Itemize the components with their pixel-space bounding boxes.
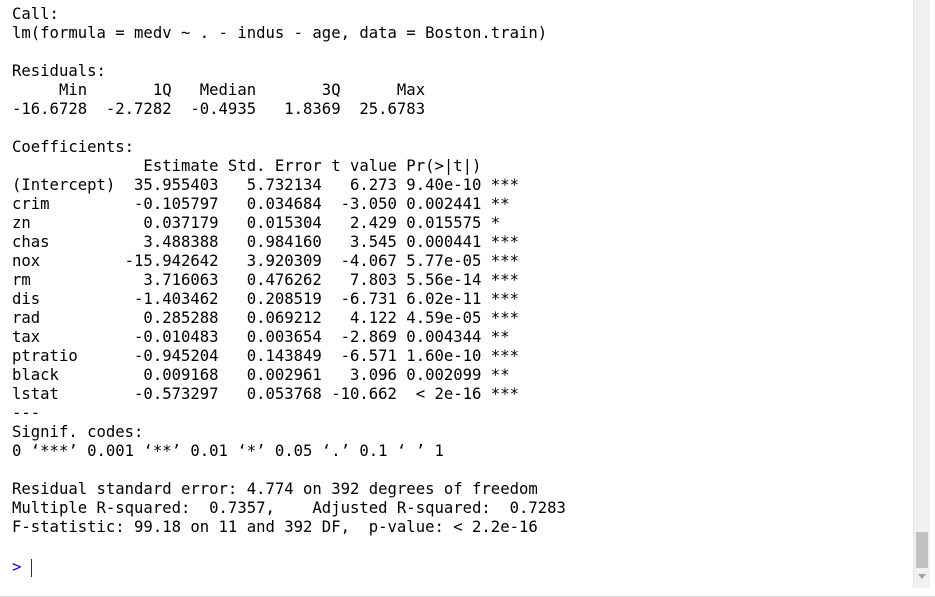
console-line: black 0.009168 0.002961 3.096 0.002099 *… xyxy=(12,366,519,384)
console-line: 0 ‘***’ 0.001 ‘**’ 0.01 ‘*’ 0.05 ‘.’ 0.1… xyxy=(12,442,444,460)
console-line: nox -15.942642 3.920309 -4.067 5.77e-05 … xyxy=(12,252,519,270)
console-line: F-statistic: 99.18 on 11 and 392 DF, p-v… xyxy=(12,518,538,536)
console-output-area[interactable]: Call: lm(formula = medv ~ . - indus - ag… xyxy=(0,0,913,588)
console-line: Residual standard error: 4.774 on 392 de… xyxy=(12,480,538,498)
console-line: Call: xyxy=(12,5,59,23)
console-output: Call: lm(formula = medv ~ . - indus - ag… xyxy=(12,5,575,537)
prompt-symbol: > xyxy=(12,558,22,576)
text-cursor xyxy=(31,558,33,577)
console-line: lm(formula = medv ~ . - indus - age, dat… xyxy=(12,24,548,42)
console-line: (Intercept) 35.955403 5.732134 6.273 9.4… xyxy=(12,176,519,194)
console-line: dis -1.403462 0.208519 -6.731 6.02e-11 *… xyxy=(12,290,519,308)
console-pane: Call: lm(formula = medv ~ . - indus - ag… xyxy=(0,0,935,597)
console-line: rm 3.716063 0.476262 7.803 5.56e-14 *** xyxy=(12,271,519,289)
console-line: ptratio -0.945204 0.143849 -6.571 1.60e-… xyxy=(12,347,519,365)
console-line: Signif. codes: xyxy=(12,423,163,441)
console-line: -16.6728 -2.7282 -0.4935 1.8369 25.6783 xyxy=(12,100,435,118)
vertical-scrollbar[interactable] xyxy=(913,0,930,588)
console-line: Coefficients: xyxy=(12,138,135,156)
console-line: Multiple R-squared: 0.7357, Adjusted R-s… xyxy=(12,499,576,517)
console-line: lstat -0.573297 0.053768 -10.662 < 2e-16… xyxy=(12,385,519,403)
console-line: Min 1Q Median 3Q Max xyxy=(12,81,435,99)
console-line: tax -0.010483 0.003654 -2.869 0.004344 *… xyxy=(12,328,519,346)
console-line: crim -0.105797 0.034684 -3.050 0.002441 … xyxy=(12,195,519,213)
console-line: --- xyxy=(12,404,41,422)
scrollbar-thumb[interactable] xyxy=(916,532,928,568)
scroll-down-arrow-icon[interactable] xyxy=(918,574,926,579)
console-line: Residuals: xyxy=(12,62,106,80)
console-line: chas 3.488388 0.984160 3.545 0.000441 **… xyxy=(12,233,519,251)
console-line: zn 0.037179 0.015304 2.429 0.015575 * xyxy=(12,214,519,232)
console-line: Estimate Std. Error t value Pr(>|t|) xyxy=(12,157,519,175)
console-input-line[interactable]: > xyxy=(12,557,33,577)
console-line: rad 0.285288 0.069212 4.122 4.59e-05 *** xyxy=(12,309,519,327)
